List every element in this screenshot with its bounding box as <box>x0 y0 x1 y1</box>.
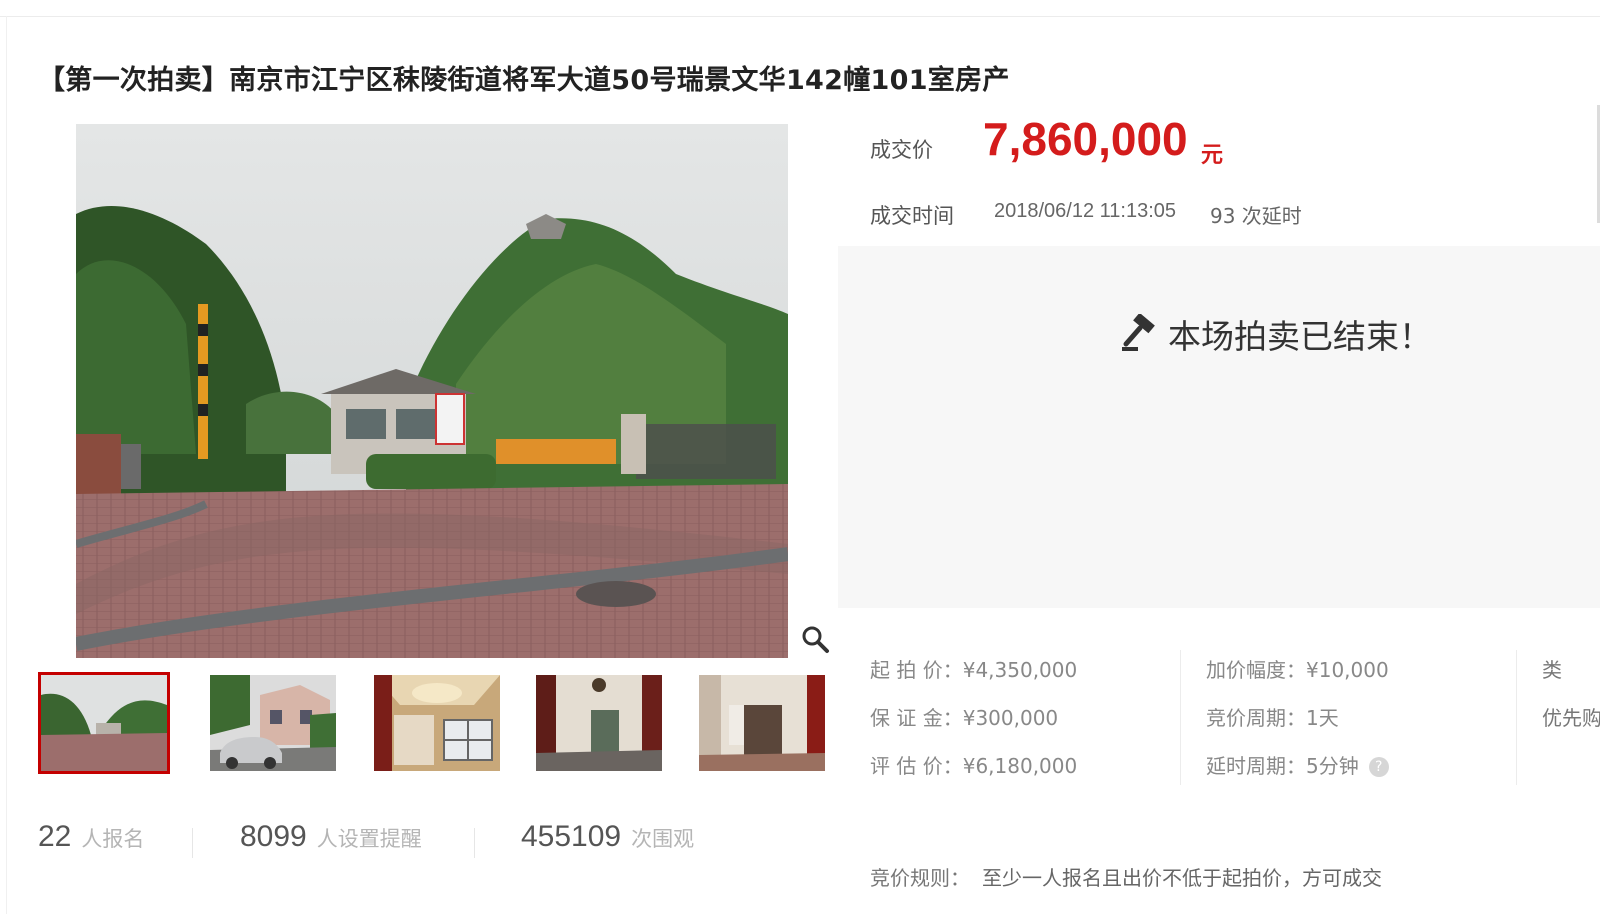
type-label: 类 <box>1542 658 1562 682</box>
increment-row: 加价幅度：¥10,000 <box>1206 654 1389 683</box>
gavel-icon <box>1122 314 1155 351</box>
stat-unit: 人报名 <box>81 827 145 851</box>
start-price-row: 起 拍 价：¥4,350,000 <box>870 654 1077 683</box>
auction-status-panel <box>838 246 1600 608</box>
stat-signups: 22 人报名 <box>38 820 144 854</box>
deal-price-unit: 元 <box>1201 143 1224 168</box>
priority-label: 优先购 <box>1542 706 1600 730</box>
deal-time-label: 成交时间 <box>870 204 954 228</box>
cycle-row: 竞价周期：1天 <box>1206 702 1339 731</box>
thumbnail-interior-hallway[interactable] <box>699 675 825 771</box>
column-divider <box>1516 650 1517 785</box>
appraisal-label: 评 估 价： <box>870 754 963 778</box>
stat-number: 8099 <box>240 820 307 853</box>
help-icon[interactable]: ? <box>1368 757 1389 777</box>
stat-views: 455109 次围观 <box>521 820 694 854</box>
deposit-value: ¥300,000 <box>962 706 1059 730</box>
cycle-label: 竞价周期： <box>1206 706 1306 730</box>
zoom-icon[interactable] <box>800 624 830 654</box>
stat-number: 22 <box>38 820 72 853</box>
cycle-value: 1天 <box>1306 706 1339 730</box>
deposit-row: 保 证 金：¥300,000 <box>870 702 1058 731</box>
thumbnail-interior-room[interactable] <box>536 675 662 771</box>
start-price-label: 起 拍 价： <box>870 658 963 682</box>
increment-label: 加价幅度： <box>1206 658 1306 682</box>
delay-cycle-value: 5分钟 <box>1306 754 1359 778</box>
auction-ended-message: 本场拍卖已结束！ <box>1120 310 1432 358</box>
stat-divider <box>474 828 475 858</box>
left-divider <box>6 16 7 914</box>
increment-value: ¥10,000 <box>1306 658 1389 682</box>
deposit-label: 保 证 金： <box>870 706 963 730</box>
thumbnail-interior-ceiling[interactable] <box>374 675 500 771</box>
thumbnail-house-with-car[interactable] <box>210 675 336 771</box>
stat-unit: 人设置提醒 <box>316 827 422 851</box>
stat-number: 455109 <box>521 820 622 853</box>
appraisal-row: 评 估 价：¥6,180,000 <box>870 750 1077 779</box>
bidding-rule-text: 至少一人报名且出价不低于起拍价，方可成交 <box>982 866 1382 890</box>
auction-ended-text: 本场拍卖已结束！ <box>1168 317 1432 356</box>
column-divider <box>1180 650 1181 785</box>
main-photo[interactable] <box>76 124 788 658</box>
stat-reminders: 8099 人设置提醒 <box>240 820 422 854</box>
stat-unit: 次围观 <box>631 827 695 851</box>
appraisal-value: ¥6,180,000 <box>962 754 1078 778</box>
start-price-value: ¥4,350,000 <box>962 658 1078 682</box>
page-title: 【第一次拍卖】南京市江宁区秣陵街道将军大道50号瑞景文华142幢101室房产 <box>38 65 1010 96</box>
thumbnail-gate-view[interactable] <box>38 672 170 774</box>
deal-price-label: 成交价 <box>870 138 933 162</box>
deal-price-value: 7,860,000 <box>983 113 1188 165</box>
deal-time-value: 2018/06/12 11:13:05 <box>994 200 1177 222</box>
bidding-rule-label: 竞价规则： <box>870 866 970 890</box>
top-divider <box>0 16 1600 17</box>
bidding-rule: 竞价规则： 至少一人报名且出价不低于起拍价，方可成交 <box>870 862 1382 891</box>
stat-divider <box>192 828 193 858</box>
delay-count: 93 次延时 <box>1210 204 1302 228</box>
delay-cycle-label: 延时周期： <box>1206 754 1306 778</box>
delay-cycle-row: 延时周期：5分钟? <box>1206 750 1389 779</box>
